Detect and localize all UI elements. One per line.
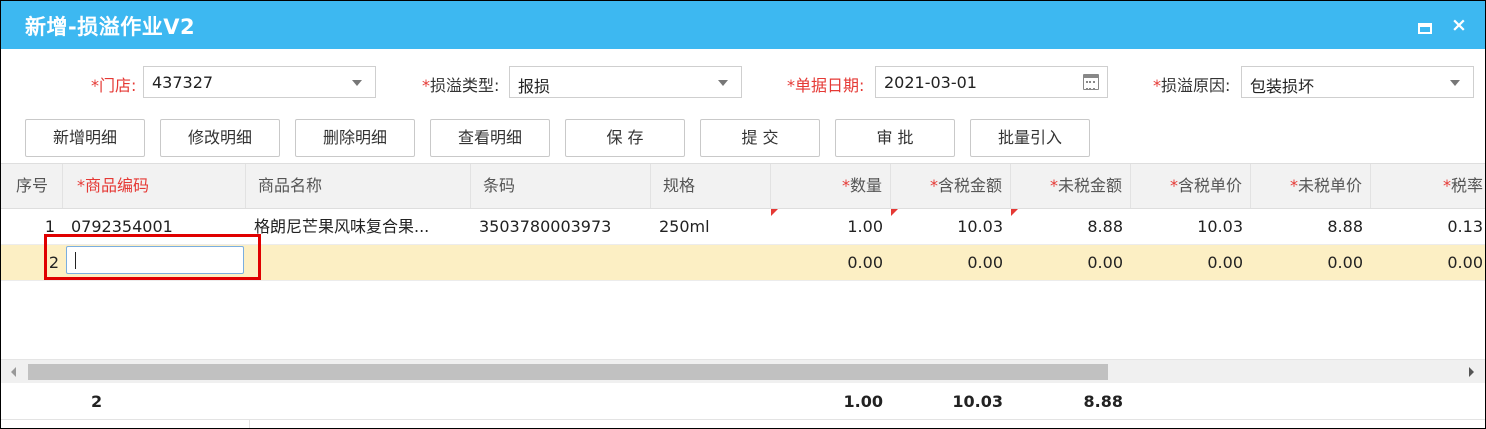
adjust-type-label: *损溢类型: — [422, 76, 500, 95]
chevron-down-icon — [718, 80, 728, 86]
store-label: *门店: — [91, 76, 137, 95]
col-seq[interactable]: 序号 — [1, 164, 63, 208]
scroll-right-icon[interactable] — [1469, 367, 1474, 377]
maximize-icon[interactable] — [1418, 23, 1432, 34]
footer-amount-notax-total: 8.88 — [1083, 392, 1123, 411]
cell-name[interactable]: 格朗尼芒果风味复合果... — [246, 209, 471, 245]
chevron-down-icon — [352, 80, 362, 86]
modified-flag — [1011, 209, 1018, 216]
modified-flag — [771, 209, 778, 216]
grid-header: 序号 *商品编码 商品名称 条码 规格 *数量 *含税金额 *未税金额 *含税单… — [1, 163, 1485, 209]
add-detail-button[interactable]: 新增明细 — [25, 119, 145, 157]
adjust-type-select[interactable]: 报损 — [509, 66, 742, 98]
col-price-notax[interactable]: *未税单价 — [1251, 164, 1371, 208]
col-barcode[interactable]: 条码 — [471, 164, 651, 208]
cell-price-notax[interactable]: 0.00 — [1251, 245, 1371, 281]
cell-amount-notax[interactable]: 0.00 — [1011, 245, 1131, 281]
chevron-down-icon — [1450, 80, 1460, 86]
footer-qty-total: 1.00 — [843, 392, 883, 411]
submit-button[interactable]: 提 交 — [700, 119, 820, 157]
cell-amount-notax[interactable]: 8.88 — [1011, 209, 1131, 245]
doc-date-input[interactable]: 2021-03-01 — [875, 66, 1108, 98]
save-button[interactable]: 保 存 — [565, 119, 685, 157]
calendar-icon[interactable] — [1083, 74, 1099, 90]
col-amount-tax[interactable]: *含税金额 — [891, 164, 1011, 208]
col-spec[interactable]: 规格 — [651, 164, 771, 208]
divider — [249, 420, 250, 428]
cell-amount-tax[interactable]: 0.00 — [891, 245, 1011, 281]
title-bar[interactable]: 新增-损溢作业V2 × — [1, 1, 1485, 49]
view-detail-button[interactable]: 查看明细 — [430, 119, 550, 157]
highlight-box — [44, 234, 261, 280]
cell-amount-tax[interactable]: 10.03 — [891, 209, 1011, 245]
modified-flag — [891, 209, 898, 216]
cell-tax-rate[interactable]: 0.00 — [1371, 245, 1485, 281]
cell-price-tax[interactable]: 0.00 — [1131, 245, 1251, 281]
grid-footer: 2 1.00 10.03 8.88 — [1, 384, 1485, 420]
scroll-left-icon[interactable] — [11, 367, 16, 377]
footer-amount-tax-total: 10.03 — [952, 392, 1003, 411]
reason-select[interactable]: 包装损坏 — [1241, 66, 1474, 98]
cell-qty[interactable]: 1.00 — [771, 209, 891, 245]
dialog-title: 新增-损溢作业V2 — [25, 15, 196, 39]
col-qty[interactable]: *数量 — [771, 164, 891, 208]
doc-date-label: *单据日期: — [787, 76, 865, 95]
col-name[interactable]: 商品名称 — [246, 164, 471, 208]
cell-tax-rate[interactable]: 0.13 — [1371, 209, 1485, 245]
cell-spec[interactable]: 250ml — [651, 209, 771, 245]
close-icon[interactable]: × — [1451, 13, 1467, 37]
col-amount-notax[interactable]: *未税金额 — [1011, 164, 1131, 208]
col-price-tax[interactable]: *含税单价 — [1131, 164, 1251, 208]
cell-price-notax[interactable]: 8.88 — [1251, 209, 1371, 245]
cell-barcode[interactable]: 3503780003973 — [471, 209, 651, 245]
cell-qty[interactable]: 0.00 — [771, 245, 891, 281]
scrollbar-thumb[interactable] — [28, 364, 1108, 380]
reason-label: *损溢原因: — [1153, 76, 1231, 95]
col-tax-rate[interactable]: *税率 — [1371, 164, 1485, 208]
approve-button[interactable]: 审 批 — [835, 119, 955, 157]
horizontal-scrollbar[interactable] — [1, 359, 1485, 383]
dialog-window: 新增-损溢作业V2 × *门店: 437327 *损溢类型: 报损 *单据日期:… — [0, 0, 1486, 429]
col-code[interactable]: *商品编码 — [63, 164, 246, 208]
edit-detail-button[interactable]: 修改明细 — [160, 119, 280, 157]
delete-detail-button[interactable]: 删除明细 — [295, 119, 415, 157]
batch-import-button[interactable]: 批量引入 — [970, 119, 1090, 157]
footer-count: 2 — [91, 392, 103, 411]
cell-price-tax[interactable]: 10.03 — [1131, 209, 1251, 245]
store-select[interactable]: 437327 — [143, 66, 376, 98]
